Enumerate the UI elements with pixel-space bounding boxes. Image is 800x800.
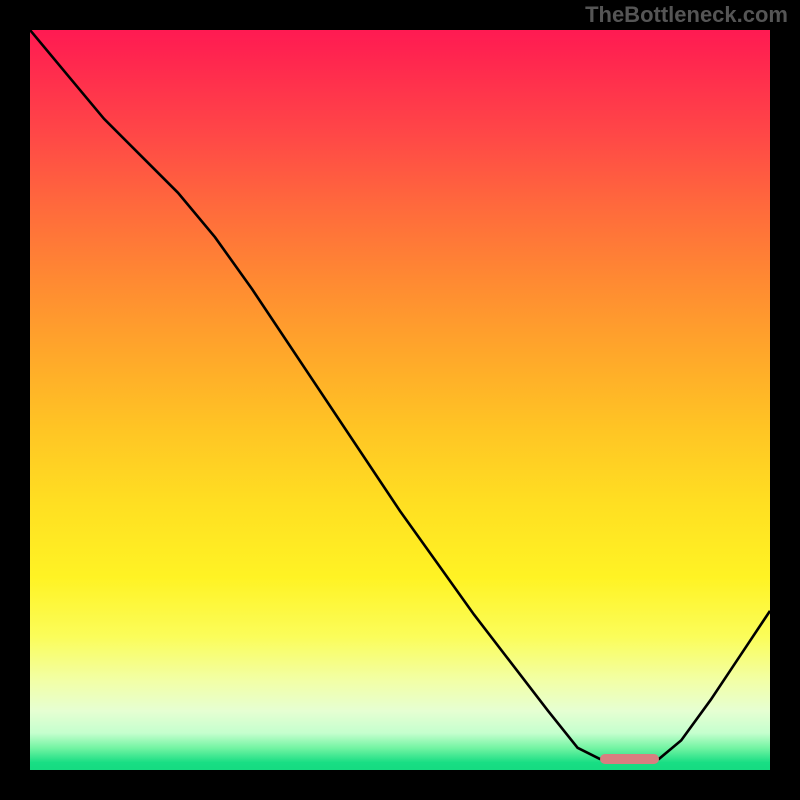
plot-area: [30, 30, 770, 770]
curve-svg: [30, 30, 770, 770]
chart-container: TheBottleneck.com: [0, 0, 800, 800]
optimum-marker: [600, 754, 659, 764]
watermark-text: TheBottleneck.com: [585, 2, 788, 28]
bottleneck-curve: [30, 30, 770, 759]
